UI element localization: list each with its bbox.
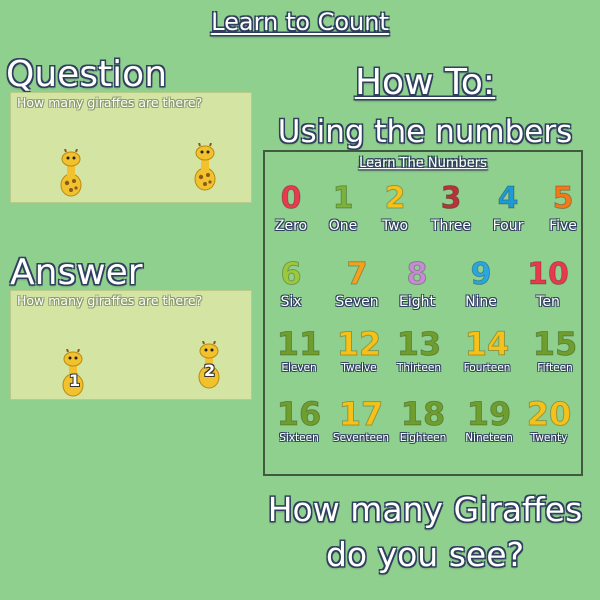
number-card: 5 Five: [533, 181, 593, 234]
number-digit: 9: [470, 257, 492, 292]
number-word: Eight: [399, 294, 435, 310]
number-card: 0 Zero: [261, 181, 321, 234]
number-digit: 11: [276, 325, 322, 363]
number-card: 4 Four: [478, 181, 538, 234]
number-word: Eleven: [281, 362, 317, 374]
answer-heading: Answer: [10, 252, 143, 293]
number-digit: 3: [440, 181, 462, 216]
number-card: 16 Sixteen: [269, 395, 329, 445]
number-digit: 13: [396, 325, 442, 363]
number-card: 2 Two: [365, 181, 425, 234]
number-card: 15 Fifteen: [525, 325, 585, 375]
number-word: Eighteen: [399, 432, 447, 444]
number-digit: 8: [406, 257, 428, 292]
number-card: 20 Twenty: [519, 395, 579, 445]
number-card: 12 Twelve: [329, 325, 389, 375]
number-digit: 0: [280, 181, 302, 216]
number-word: Twelve: [341, 362, 377, 374]
number-digit: 1: [332, 181, 354, 216]
number-word: Five: [549, 218, 577, 234]
number-word: Seven: [335, 294, 379, 310]
number-digit: 7: [346, 257, 368, 292]
giraffe-count-label: 1: [69, 371, 81, 390]
number-digit: 16: [276, 395, 322, 433]
number-word: Six: [280, 294, 302, 310]
number-digit: 6: [280, 257, 302, 292]
number-word: Nine: [465, 294, 497, 310]
number-card: 9 Nine: [451, 257, 511, 310]
giraffe-count-label: 2: [204, 361, 216, 380]
number-card: 3 Three: [421, 181, 481, 234]
number-word: Seventeen: [332, 432, 390, 444]
number-word: Zero: [274, 218, 308, 234]
answer-caption: How many giraffes are there?: [17, 293, 203, 308]
number-card: 1 One: [313, 181, 373, 234]
number-word: One: [328, 218, 358, 234]
number-digit: 14: [464, 325, 510, 363]
number-word: Three: [430, 218, 472, 234]
number-card: 14 Fourteen: [457, 325, 517, 375]
number-card: 11 Eleven: [269, 325, 329, 375]
number-word: Ten: [536, 294, 560, 310]
number-card: 19 Nineteen: [459, 395, 519, 445]
number-card: 6 Six: [261, 257, 321, 310]
number-word: Fourteen: [463, 362, 511, 374]
number-digit: 2: [384, 181, 406, 216]
number-digit: 18: [400, 395, 446, 433]
number-card: 17 Seventeen: [331, 395, 391, 445]
number-digit: 20: [526, 395, 572, 433]
question-slide: How many giraffes are there?: [10, 92, 252, 203]
number-digit: 10: [527, 257, 570, 292]
howto-heading: How To:: [354, 62, 495, 103]
numbers-panel: Learn The Numbers 0 Zero 1 One 2 Two 3 Three 4 Fo…: [263, 150, 583, 476]
giraffe-icon: [60, 149, 82, 197]
number-card: 13 Thirteen: [389, 325, 449, 375]
number-word: Thirteen: [397, 362, 441, 374]
number-card: 8 Eight: [387, 257, 447, 310]
number-word: Two: [381, 218, 409, 234]
number-digit: 12: [336, 325, 382, 363]
number-digit: 17: [338, 395, 384, 433]
number-card: 7 Seven: [327, 257, 387, 310]
answer-slide: How many giraffes are there? 1 2: [10, 290, 252, 400]
number-word: Nineteen: [465, 432, 513, 444]
page-title: Learn to Count: [211, 8, 389, 36]
howto-subheading: Using the numbers: [277, 114, 573, 150]
number-word: Four: [492, 218, 524, 234]
number-digit: 15: [532, 325, 578, 363]
bottom-prompt-line-1: How many Giraffes: [267, 490, 583, 529]
number-word: Fifteen: [537, 362, 573, 374]
question-caption: How many giraffes are there?: [17, 95, 203, 110]
numbers-panel-title: Learn The Numbers: [359, 156, 487, 171]
number-digit: 5: [552, 181, 574, 216]
number-word: Twenty: [530, 432, 568, 444]
number-digit: 19: [466, 395, 512, 433]
number-word: Sixteen: [279, 432, 319, 444]
question-heading: Question: [6, 54, 168, 95]
bottom-prompt-line-2: do you see?: [325, 535, 525, 574]
number-card: 18 Eighteen: [393, 395, 453, 445]
giraffe-icon: [194, 143, 216, 191]
number-card: 10 Ten: [518, 257, 578, 310]
number-digit: 4: [497, 181, 519, 216]
